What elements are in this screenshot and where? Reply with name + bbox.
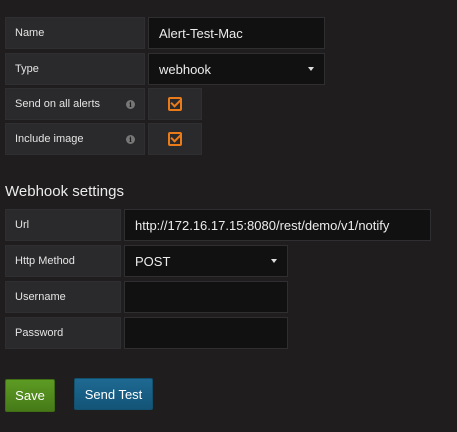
url-label-text: Url [15,219,30,231]
method-select[interactable]: POST [124,245,288,277]
name-label-text: Name [15,27,45,39]
method-label: Http Method [5,245,121,277]
include-image-label-text: Include image [15,133,84,145]
send-all-label: Send on all alerts i [5,88,145,120]
chevron-down-icon [308,67,314,71]
password-input[interactable] [124,317,288,349]
type-row: Type webhook [5,53,325,85]
url-label: Url [5,209,121,241]
method-label-text: Http Method [15,255,75,267]
password-row: Password [5,317,288,349]
url-row: Url http://172.16.17.15:8080/rest/demo/v… [5,209,431,241]
method-select-value: POST [135,253,171,269]
include-image-label: Include image i [5,123,145,155]
name-input[interactable]: Alert-Test-Mac [148,17,325,49]
send-all-checkbox-cell[interactable] [148,88,202,120]
include-image-checkbox-cell[interactable] [148,123,202,155]
username-label: Username [5,281,121,313]
type-select-value: webhook [159,61,212,77]
include-image-checkbox[interactable] [168,132,182,146]
method-row: Http Method POST [5,245,288,277]
include-image-row: Include image i [5,123,202,155]
name-row: Name Alert-Test-Mac [5,17,325,49]
username-input[interactable] [124,281,288,313]
send-test-button[interactable]: Send Test [74,378,153,410]
chevron-down-icon [271,259,277,263]
name-input-value: Alert-Test-Mac [159,25,243,41]
url-input-value: http://172.16.17.15:8080/rest/demo/v1/no… [135,217,390,233]
name-label: Name [5,17,145,49]
info-icon: i [126,134,135,144]
send-all-checkbox[interactable] [168,97,182,111]
type-select[interactable]: webhook [148,53,325,85]
webhook-settings-heading: Webhook settings [5,183,124,200]
username-row: Username [5,281,288,313]
send-all-label-text: Send on all alerts [15,98,100,110]
type-label-text: Type [15,63,39,75]
send-all-row: Send on all alerts i [5,88,202,120]
type-label: Type [5,53,145,85]
info-icon: i [126,99,135,109]
save-button[interactable]: Save [5,379,55,412]
url-input[interactable]: http://172.16.17.15:8080/rest/demo/v1/no… [124,209,431,241]
username-label-text: Username [15,291,66,303]
password-label: Password [5,317,121,349]
password-label-text: Password [15,327,64,339]
